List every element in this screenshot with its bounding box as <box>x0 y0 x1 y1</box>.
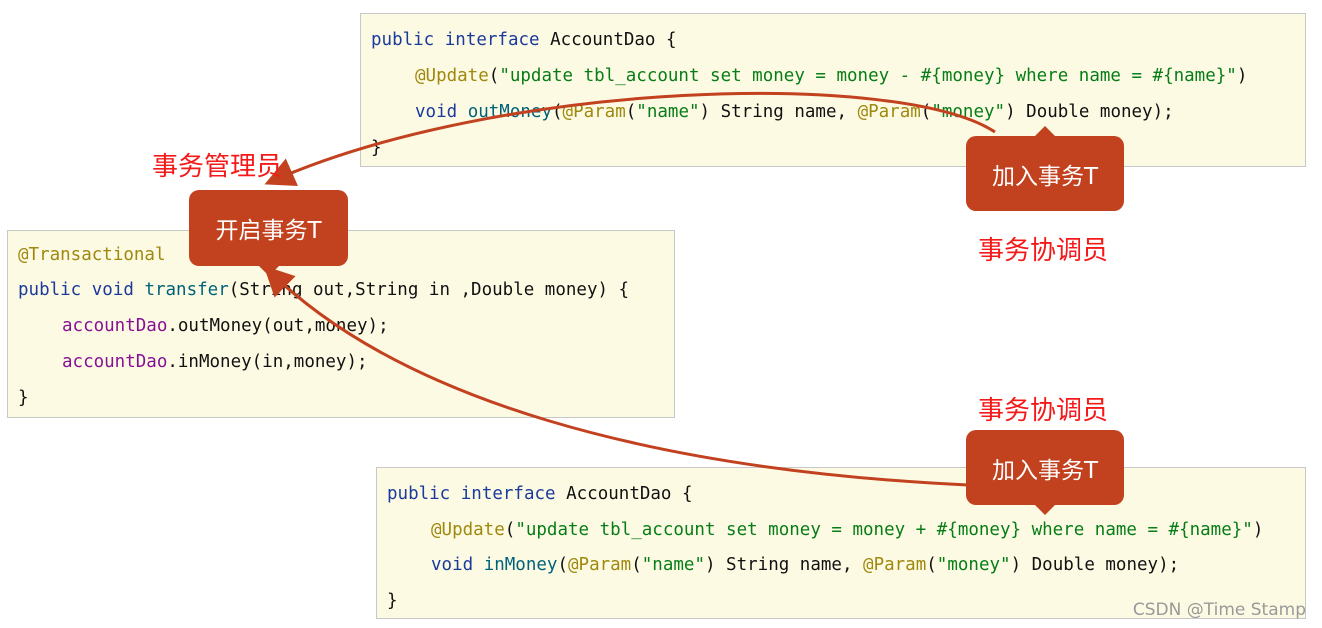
join-transaction-top-callout: 加入事务T <box>966 126 1124 211</box>
coordinator-bottom-label: 事务协调员 <box>978 396 1109 426</box>
arrows <box>263 91 996 487</box>
arrow-join-top-to-manager <box>264 91 996 186</box>
arrow-join-bottom-to-start <box>263 265 969 487</box>
start-transaction-callout: 开启事务T <box>189 190 348 276</box>
callout-text: 开启事务T <box>215 218 322 244</box>
callout-text: 加入事务T <box>991 457 1099 484</box>
manager-label: 事务管理员 <box>152 152 283 182</box>
callout-text: 加入事务T <box>991 163 1099 190</box>
join-transaction-bottom-callout: 加入事务T <box>966 430 1124 515</box>
watermark: CSDN @Time Stamp <box>1132 600 1306 620</box>
coordinator-top-label: 事务协调员 <box>978 236 1109 266</box>
